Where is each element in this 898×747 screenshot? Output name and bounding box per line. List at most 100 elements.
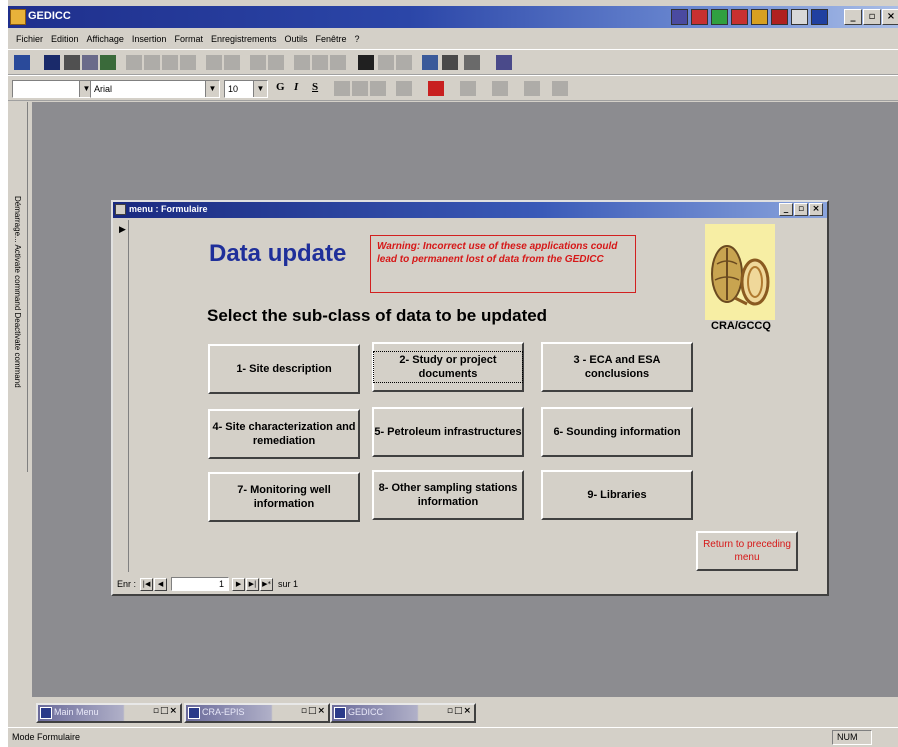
side-command-label[interactable]: Démarrage... Activate command Deactivate… xyxy=(13,196,22,466)
status-mode: Mode Formulaire xyxy=(12,732,81,742)
align-center-icon[interactable] xyxy=(352,81,368,96)
logo-emblem-icon xyxy=(711,245,770,306)
tray-app-icon[interactable] xyxy=(731,9,748,25)
view-mode-icon[interactable] xyxy=(14,55,30,70)
menu-help[interactable]: ? xyxy=(355,30,360,48)
tray-app-icon[interactable] xyxy=(691,9,708,25)
app-key-icon xyxy=(10,9,26,25)
font-size-select[interactable]: 10 ▼ xyxy=(224,80,268,98)
tray-app-icon[interactable] xyxy=(771,9,788,25)
formatting-toolbar: ▼ Arial ▼ 10 ▼ G I S xyxy=(8,75,898,101)
next-record-icon[interactable]: ▶ xyxy=(232,577,246,591)
menu-fenetre[interactable]: Fenêtre xyxy=(316,30,347,48)
first-record-icon[interactable]: |◀ xyxy=(140,577,154,591)
record-number-input[interactable]: 1 xyxy=(171,577,230,591)
print-icon[interactable] xyxy=(64,55,80,70)
app-title: GEDICC xyxy=(28,10,71,22)
site-description-button[interactable]: 1- Site description xyxy=(208,344,360,394)
new-record-icon[interactable] xyxy=(378,55,394,70)
undo-icon[interactable] xyxy=(206,55,222,70)
line-color-icon[interactable] xyxy=(460,81,476,96)
sort-descending-icon[interactable] xyxy=(268,55,284,70)
window-controls-icon[interactable]: ▫□× xyxy=(447,706,472,716)
button-label: 4- Site characterization and remediation xyxy=(212,421,356,447)
copy-icon[interactable] xyxy=(144,55,160,70)
print-preview-icon[interactable] xyxy=(82,55,98,70)
align-right-icon[interactable] xyxy=(370,81,386,96)
tray-app-icon[interactable] xyxy=(711,9,728,25)
eca-esa-conclusions-button[interactable]: 3 - ECA and ESA conclusions xyxy=(541,342,693,392)
new-record-icon[interactable]: ▶* xyxy=(260,577,274,591)
window-controls-icon[interactable]: ▫□× xyxy=(153,706,178,716)
record-selector[interactable]: ▶ xyxy=(115,220,129,572)
align-left-icon[interactable] xyxy=(334,81,350,96)
bold-button[interactable]: G xyxy=(276,81,285,93)
monitoring-well-button[interactable]: 7- Monitoring well information xyxy=(208,472,360,522)
app-close-button[interactable]: × xyxy=(882,9,898,25)
minimized-window-title: GEDICC xyxy=(348,707,384,717)
object-select[interactable]: ▼ xyxy=(12,80,94,98)
minimized-window[interactable]: Main Menu ▫□× xyxy=(36,703,182,723)
warning-box: Warning: Incorrect use of these applicat… xyxy=(370,235,636,293)
save-icon[interactable] xyxy=(44,55,60,70)
app-minimize-button[interactable]: _ xyxy=(844,9,862,25)
study-documents-button[interactable]: 2- Study or project documents xyxy=(372,342,524,392)
line-width-icon[interactable] xyxy=(492,81,508,96)
tray-app-icon[interactable] xyxy=(811,9,828,25)
filter-selection-icon[interactable] xyxy=(294,55,310,70)
form-minimize-button[interactable]: _ xyxy=(779,203,793,216)
hyperlink-icon[interactable] xyxy=(224,55,240,70)
libraries-button[interactable]: 9- Libraries xyxy=(541,470,693,520)
tray-app-icon[interactable] xyxy=(671,9,688,25)
window-controls-icon[interactable]: ▫□× xyxy=(301,706,326,716)
menu-edition[interactable]: Edition xyxy=(51,30,79,48)
sort-ascending-icon[interactable] xyxy=(250,55,266,70)
minimized-window[interactable]: CRA-EPIS ▫□× xyxy=(184,703,330,723)
paste-icon[interactable] xyxy=(162,55,178,70)
form-maximize-button[interactable]: ▫ xyxy=(794,203,808,216)
last-record-icon[interactable]: ▶| xyxy=(246,577,260,591)
menu-fichier[interactable]: Fichier xyxy=(16,30,43,48)
previous-record-icon[interactable]: ◀ xyxy=(154,577,168,591)
special-effect-icon[interactable] xyxy=(524,81,540,96)
chevron-down-icon[interactable]: ▼ xyxy=(205,81,219,97)
spelling-icon[interactable] xyxy=(100,55,116,70)
underline-button[interactable]: S xyxy=(312,81,318,93)
menu-insertion[interactable]: Insertion xyxy=(132,30,167,48)
italic-button[interactable]: I xyxy=(294,81,298,93)
chevron-down-icon[interactable]: ▼ xyxy=(253,81,267,97)
section-subtitle: Select the sub-class of data to be updat… xyxy=(207,306,548,325)
tray-app-icon[interactable] xyxy=(791,9,808,25)
minimized-window[interactable]: GEDICC ▫□× xyxy=(330,703,476,723)
fill-color-icon[interactable] xyxy=(396,81,412,96)
database-window-icon[interactable] xyxy=(442,55,458,70)
delete-record-icon[interactable] xyxy=(396,55,412,70)
help-icon[interactable] xyxy=(496,55,512,70)
sounding-information-button[interactable]: 6- Sounding information xyxy=(541,407,693,457)
site-characterization-button[interactable]: 4- Site characterization and remediation xyxy=(208,409,360,459)
font-name-select[interactable]: Arial ▼ xyxy=(90,80,220,98)
form-close-button[interactable]: × xyxy=(809,203,823,216)
find-icon[interactable] xyxy=(358,55,374,70)
format-painter-icon[interactable] xyxy=(180,55,196,70)
other-sampling-stations-button[interactable]: 8- Other sampling stations information xyxy=(372,470,524,520)
record-label: Enr : xyxy=(117,579,137,589)
filter-form-icon[interactable] xyxy=(312,55,328,70)
tray-app-icon[interactable] xyxy=(751,9,768,25)
petroleum-infrastructures-button[interactable]: 5- Petroleum infrastructures xyxy=(372,407,524,457)
minimized-window-title: CRA-EPIS xyxy=(202,707,245,717)
apply-filter-icon[interactable] xyxy=(330,55,346,70)
menu-affichage[interactable]: Affichage xyxy=(87,30,124,48)
return-button[interactable]: Return to preceding menu xyxy=(696,531,798,571)
menu-outils[interactable]: Outils xyxy=(285,30,308,48)
font-color-icon[interactable] xyxy=(428,81,444,96)
cut-icon[interactable] xyxy=(126,55,142,70)
cra-gccq-logo xyxy=(705,224,775,320)
properties-icon[interactable] xyxy=(422,55,438,70)
border-style-icon[interactable] xyxy=(552,81,568,96)
app-maximize-button[interactable]: ▫ xyxy=(863,9,881,25)
new-object-icon[interactable] xyxy=(464,55,480,70)
menu-format[interactable]: Format xyxy=(174,30,203,48)
menu-enregistrements[interactable]: Enregistrements xyxy=(211,30,277,48)
system-tray xyxy=(671,9,828,25)
